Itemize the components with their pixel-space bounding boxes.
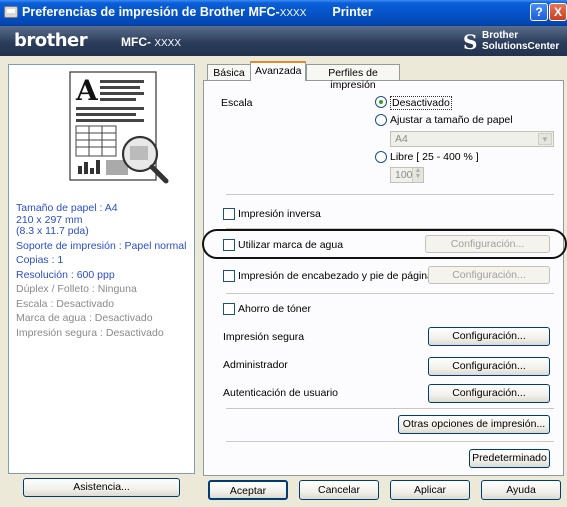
- administrator-label: Administrador: [223, 359, 288, 371]
- chevron-down-icon: ▼: [538, 133, 552, 145]
- user-auth-config-button[interactable]: Configuración...: [428, 384, 550, 403]
- separator: [226, 408, 554, 410]
- default-button[interactable]: Predeterminado: [469, 449, 550, 468]
- separator: [226, 194, 554, 196]
- header-footer-label[interactable]: Impresión de encabezado y pie de página: [238, 270, 433, 282]
- solutions-center-logo[interactable]: S Brother SolutionsCenter: [463, 29, 563, 54]
- help-button[interactable]: Ayuda: [481, 480, 561, 500]
- secure-print-label: Impresión segura: [223, 331, 305, 343]
- toner-save-label[interactable]: Ahorro de tóner: [238, 303, 311, 315]
- window-titlebar: Preferencias de impresión de Brother MFC…: [0, 0, 567, 26]
- secure-print-config-button[interactable]: Configuración...: [428, 327, 550, 346]
- scale-free-radio[interactable]: [375, 151, 387, 163]
- separator: [226, 293, 554, 295]
- fit-size-select[interactable]: A4 ▼: [390, 131, 554, 147]
- watermark-highlight: [202, 229, 567, 259]
- window-title: Preferencias de impresión de Brother MFC…: [22, 5, 373, 19]
- preview-settings-summary: Tamaño de papel : A4 210 x 297 mm (8.3 x…: [16, 202, 187, 339]
- tab-advanced[interactable]: Avanzada: [250, 61, 306, 81]
- tab-basic[interactable]: Básica: [207, 64, 251, 80]
- spinner-arrows-icon: ▲ ▼: [412, 167, 423, 182]
- assistance-button[interactable]: Asistencia...: [23, 478, 180, 497]
- help-titlebar-button[interactable]: ?: [530, 3, 548, 21]
- toner-save-checkbox[interactable]: [223, 303, 235, 315]
- brother-logo: brother: [14, 30, 88, 51]
- swoosh-icon: S: [463, 30, 478, 54]
- cancel-button[interactable]: Cancelar: [299, 480, 379, 500]
- administrator-config-button[interactable]: Configuración...: [428, 357, 550, 376]
- separator: [226, 441, 554, 443]
- svg-text:A: A: [75, 74, 99, 107]
- tab-print-profiles[interactable]: Perfiles de impresión: [306, 64, 400, 91]
- reverse-print-checkbox[interactable]: [223, 208, 235, 220]
- reverse-print-label[interactable]: Impresión inversa: [238, 208, 321, 220]
- scale-fit-label[interactable]: Ajustar a tamaño de papel: [390, 114, 513, 126]
- scale-free-spinner[interactable]: 100 ▲ ▼: [390, 167, 424, 183]
- header-footer-checkbox[interactable]: [223, 270, 235, 282]
- scale-free-label[interactable]: Libre [ 25 - 400 % ]: [390, 151, 479, 163]
- ok-button[interactable]: Aceptar: [208, 480, 288, 500]
- brand-bar: brother MFC- XXXX S Brother SolutionsCen…: [0, 26, 567, 56]
- printer-icon: [4, 6, 18, 18]
- user-auth-label: Autenticación de usuario: [223, 387, 338, 399]
- scale-fit-radio[interactable]: [375, 114, 387, 126]
- page-preview-icon: A: [69, 71, 169, 184]
- scale-off-label[interactable]: Desactivado: [390, 96, 452, 110]
- close-window-button[interactable]: X: [549, 3, 567, 21]
- scale-off-radio[interactable]: [375, 96, 387, 108]
- apply-button[interactable]: Aplicar: [390, 480, 470, 500]
- header-footer-config-button[interactable]: Configuración...: [428, 266, 550, 284]
- other-options-button[interactable]: Otras opciones de impresión...: [398, 415, 550, 434]
- model-name: MFC- XXXX: [121, 35, 182, 49]
- scale-label: Escala: [221, 97, 253, 109]
